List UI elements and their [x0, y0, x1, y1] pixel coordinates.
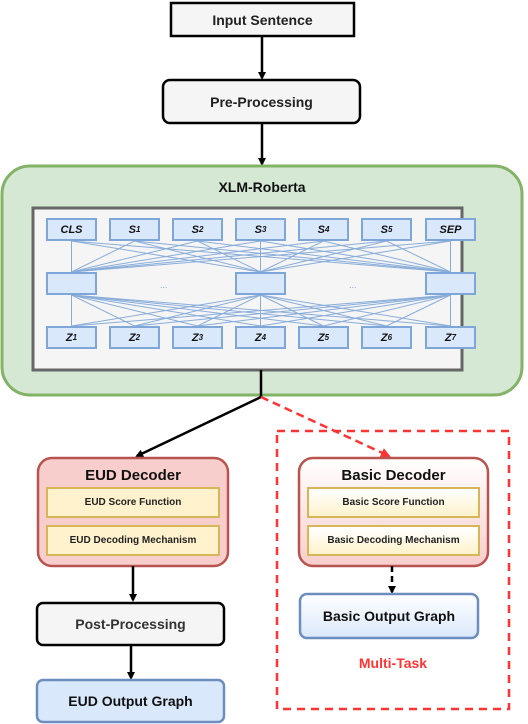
output-token-subscript: 6: [387, 333, 393, 342]
output-token-subscript: 5: [324, 333, 330, 342]
output-token: Z3: [172, 326, 223, 349]
output-token-label: Z: [65, 331, 73, 344]
output-token-subscript: 3: [198, 333, 204, 342]
preprocessing-label: Pre-Processing: [210, 93, 313, 110]
hidden-node-last: [425, 272, 476, 295]
input-token: SEP: [425, 218, 476, 241]
input-token-label: SEP: [439, 223, 462, 236]
input-token: S5: [361, 218, 412, 241]
input-token-label: CLS: [60, 223, 83, 236]
output-token: Z4: [235, 326, 286, 349]
input-token: S3: [235, 218, 286, 241]
ellipsis-right: ...: [349, 280, 357, 290]
output-token: Z7: [425, 326, 476, 349]
arrow-encoder-to-eud-decoder: [135, 395, 262, 458]
input-token-subscript: 4: [324, 225, 330, 234]
basic-output-label: Basic Output Graph: [322, 608, 456, 624]
input-sentence-label: Input Sentence: [212, 11, 313, 28]
hidden-node-first: [46, 272, 97, 295]
multitask-label: Multi-Task: [358, 655, 428, 671]
input-token: CLS: [46, 218, 97, 241]
input-token-subscript: 1: [135, 225, 141, 234]
input-token-subscript: 2: [198, 225, 204, 234]
output-token-label: Z: [317, 331, 325, 344]
output-token-label: Z: [444, 331, 452, 344]
postprocessing-label: Post-Processing: [75, 616, 186, 632]
basic-score-function: Basic Score Function: [307, 487, 480, 518]
output-token: Z2: [109, 326, 160, 349]
input-token-label: S: [191, 223, 199, 236]
input-token-label: S: [380, 223, 388, 236]
basic-decoding-mechanism: Basic Decoding Mechanism: [307, 525, 480, 556]
output-token-subscript: 4: [261, 333, 267, 342]
eud-score-function: EUD Score Function: [46, 487, 220, 518]
arrow-encoder-to-basic-decoder: [260, 395, 391, 458]
hidden-node-middle: [235, 272, 286, 295]
input-token-label: S: [128, 223, 136, 236]
eud-decoding-mechanism: EUD Decoding Mechanism: [46, 525, 220, 556]
encoder-title: XLM-Roberta: [218, 179, 306, 195]
output-token-subscript: 1: [72, 333, 78, 342]
input-token-label: S: [254, 223, 262, 236]
output-token-label: Z: [128, 331, 136, 344]
basic-decoder-title: Basic Decoder: [341, 466, 446, 484]
output-token-subscript: 2: [135, 333, 141, 342]
eud-output-label: EUD Output Graph: [68, 693, 193, 709]
output-token-subscript: 7: [451, 333, 457, 342]
input-token-subscript: 3: [261, 225, 267, 234]
input-token-label: S: [317, 223, 325, 236]
output-token-label: Z: [191, 331, 199, 344]
eud-decoder-title: EUD Decoder: [85, 466, 181, 484]
output-token-label: Z: [254, 331, 262, 344]
input-token: S4: [298, 218, 349, 241]
input-token: S1: [109, 218, 160, 241]
output-token: Z6: [361, 326, 412, 349]
ellipsis-left: ...: [160, 280, 168, 290]
output-token: Z1: [46, 326, 97, 349]
input-token-subscript: 5: [387, 225, 393, 234]
output-token: Z5: [298, 326, 349, 349]
input-token: S2: [172, 218, 223, 241]
output-token-label: Z: [380, 331, 388, 344]
